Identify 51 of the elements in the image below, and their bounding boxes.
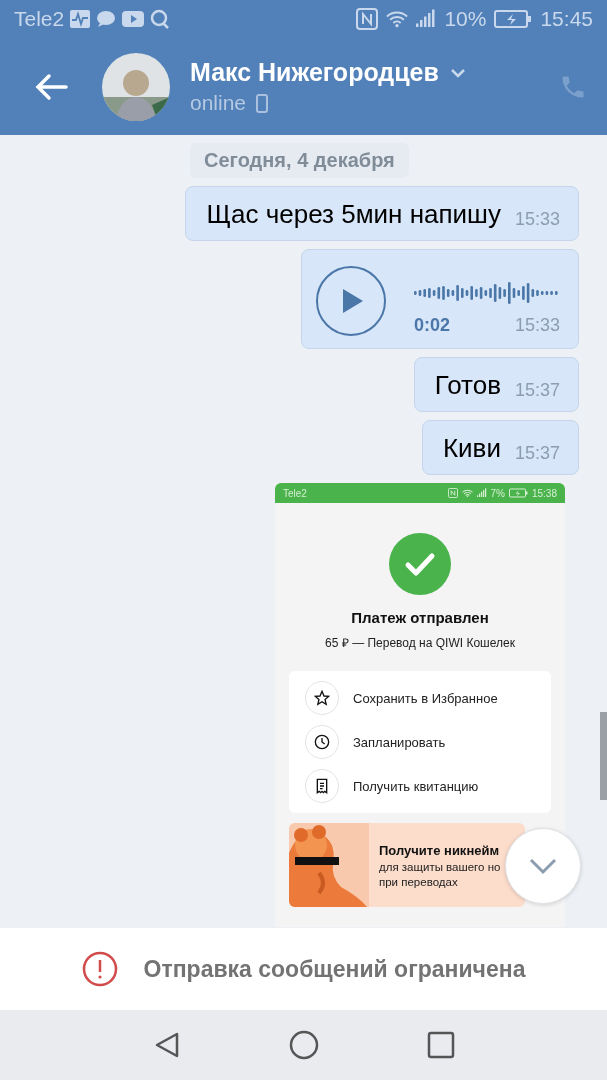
screenshot-image[interactable]: Tele2 7% 15:38 Платеж отправлен 65 ₽ — Перевод на QIWI Кошелек Сохранить в Избранное Запланировать Получить квитанцию Получите никнейм для защиты вашего но при переводах bbox=[275, 483, 565, 927]
promo-text: при переводах bbox=[379, 875, 459, 888]
checkmark-icon bbox=[389, 533, 451, 595]
scrollbar[interactable] bbox=[600, 712, 607, 800]
carrier-name: Tele2 bbox=[283, 487, 307, 499]
date-separator: Сегодня, 4 декабря bbox=[190, 143, 409, 178]
video-icon bbox=[122, 11, 145, 27]
waveform-icon bbox=[414, 281, 560, 305]
battery-icon bbox=[508, 488, 528, 498]
contact-name[interactable]: Макс Нижегородцев bbox=[190, 58, 559, 87]
action-item[interactable]: Получить квитанцию bbox=[305, 769, 535, 803]
carrier-name: Tele2 bbox=[14, 7, 65, 31]
chat-icon bbox=[96, 10, 117, 28]
promo-title: Получите никнейм bbox=[379, 842, 501, 858]
signal-icon bbox=[416, 9, 437, 29]
message-time: 15:33 bbox=[514, 209, 560, 230]
action-item[interactable]: Сохранить в Избранное bbox=[305, 681, 535, 715]
payment-description: 65 ₽ — Перевод на QIWI Кошелек bbox=[325, 635, 515, 651]
online-status: online bbox=[190, 91, 247, 115]
play-button[interactable] bbox=[316, 266, 386, 336]
caret-icon bbox=[448, 66, 467, 79]
nfc-icon bbox=[447, 488, 458, 498]
wifi-icon bbox=[461, 488, 473, 498]
message-time: 15:37 bbox=[514, 380, 560, 401]
clock-icon bbox=[314, 734, 330, 750]
message-text: Щас через 5мин напишу bbox=[206, 199, 501, 230]
message-time: 15:37 bbox=[514, 443, 560, 464]
activity-icon bbox=[70, 10, 91, 28]
receipt-icon bbox=[314, 778, 330, 794]
warning-icon bbox=[81, 951, 118, 987]
payment-title: Платеж отправлен bbox=[351, 609, 489, 626]
wifi-icon bbox=[386, 10, 409, 28]
notice-text: Отправка сообщений ограничена bbox=[143, 955, 526, 983]
promo-text: для защиты вашего но bbox=[379, 860, 501, 873]
search-icon bbox=[150, 9, 171, 29]
message-text: Готов bbox=[434, 370, 501, 401]
phone-icon bbox=[256, 93, 269, 113]
message-time: 15:33 bbox=[514, 315, 560, 336]
nfc-icon bbox=[356, 8, 379, 30]
battery-icon bbox=[494, 9, 533, 29]
battery-level: 10% bbox=[444, 7, 487, 31]
signal-icon bbox=[476, 488, 487, 498]
voice-duration: 0:02 bbox=[414, 315, 451, 336]
message-text: Киви bbox=[442, 433, 501, 464]
clock-time: 15:38 bbox=[531, 487, 557, 499]
promo-banner[interactable]: Получите никнейм для защиты вашего но при переводах bbox=[289, 823, 525, 907]
battery-level: 7% bbox=[490, 487, 505, 499]
clock-time: 15:45 bbox=[540, 7, 593, 31]
action-item[interactable]: Запланировать bbox=[305, 725, 535, 759]
chevron-down-icon bbox=[528, 857, 558, 875]
star-icon bbox=[314, 690, 330, 706]
